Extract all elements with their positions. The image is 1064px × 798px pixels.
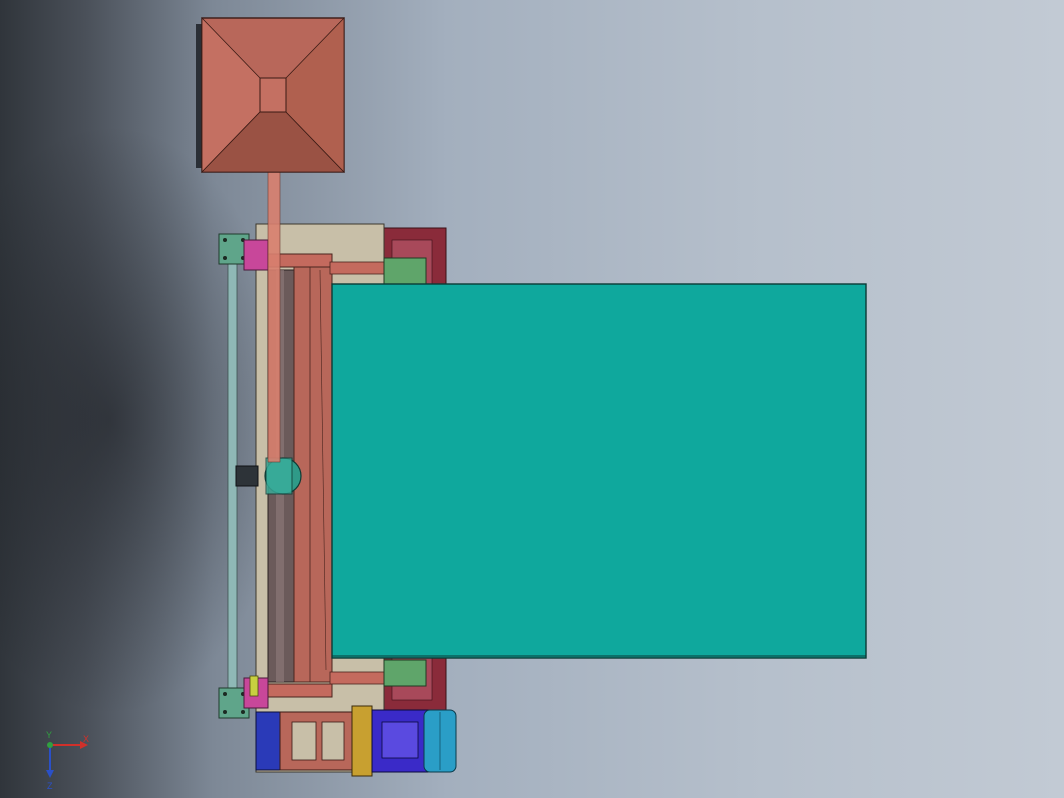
top-green-block	[383, 257, 427, 285]
hopper-outlet-pipe	[267, 171, 281, 463]
conveyor-belt-deck	[331, 283, 867, 659]
top-magenta-clamp	[243, 239, 269, 271]
triad-z-label: Z	[47, 781, 53, 791]
cad-model-view[interactable]: X Y Z	[0, 0, 1064, 798]
hopper-outlet	[259, 77, 287, 113]
bottom-green-block	[383, 659, 427, 687]
coordinate-triad: X Y Z	[46, 730, 89, 791]
bottom-crossbar	[261, 683, 333, 698]
triad-x-label: X	[83, 734, 89, 744]
center-motor-stub	[235, 465, 259, 487]
bottom-yellow-pin	[249, 675, 259, 697]
triad-y-label: Y	[46, 730, 52, 740]
gearbox-flange	[351, 705, 373, 777]
gearbox-blue-housing	[255, 711, 283, 771]
